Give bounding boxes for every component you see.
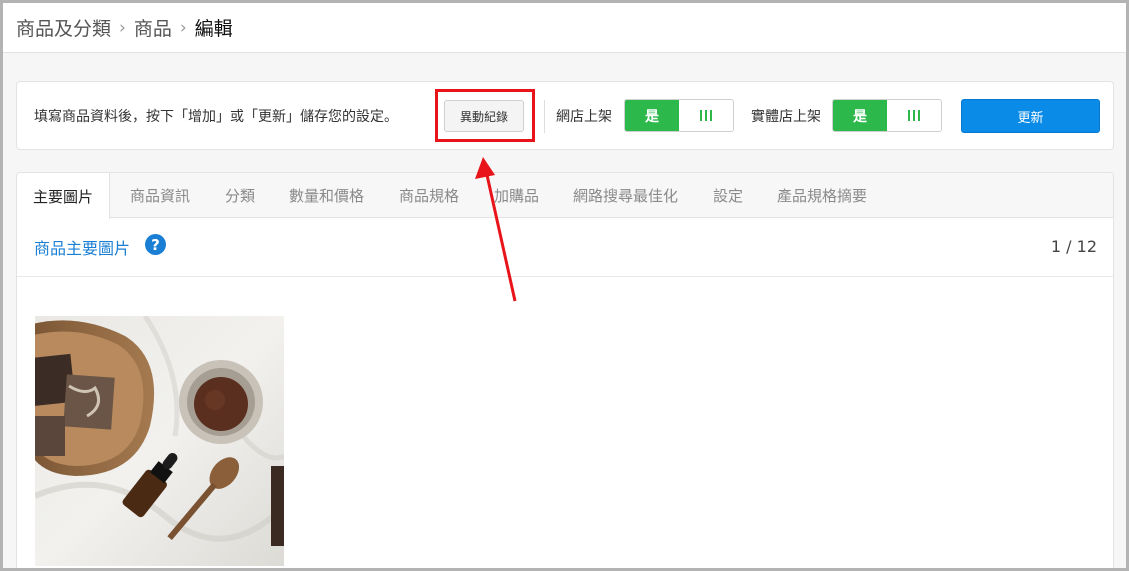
content-panel: 主要圖片 商品資訊 分類 數量和價格 商品規格 加購品 網路搜尋最佳化 設定 產… (16, 172, 1114, 568)
tab-seo[interactable]: 網路搜尋最佳化 (573, 173, 678, 218)
tab-specifications[interactable]: 商品規格 (399, 173, 459, 218)
update-button[interactable]: 更新 (961, 99, 1100, 133)
tab-bar: 主要圖片 商品資訊 分類 數量和價格 商品規格 加購品 網路搜尋最佳化 設定 產… (17, 173, 1113, 219)
toggle-grip-icon (679, 100, 733, 131)
chevron-right-icon: › (119, 17, 126, 38)
tab-add-on-items[interactable]: 加購品 (494, 173, 539, 218)
main-image-header: 商品主要圖片 ? 1 / 12 (17, 218, 1113, 277)
chevron-right-icon: › (179, 17, 187, 38)
tab-category[interactable]: 分類 (225, 173, 255, 218)
online-store-label: 網店上架 (556, 109, 612, 125)
online-store-toggle[interactable]: 是 (624, 99, 734, 132)
divider (544, 100, 545, 133)
highlight-annotation-box (435, 89, 535, 142)
save-hint-text: 填寫商品資料後，按下「增加」或「更新」儲存您的設定。 (34, 109, 398, 125)
section-title: 商品主要圖片 (34, 239, 131, 258)
image-page-count: 1 / 12 (1050, 237, 1097, 256)
app-window: 商品及分類 › 商品 › 編輯 填寫商品資料後，按下「增加」或「更新」儲存您的設… (0, 0, 1129, 571)
toggle-on-label: 是 (625, 100, 679, 131)
toggle-grip-icon (887, 100, 941, 131)
tab-spec-summary[interactable]: 產品規格摘要 (777, 173, 867, 218)
breadcrumb-item-edit: 編輯 (194, 18, 233, 40)
breadcrumb-item-products[interactable]: 商品 (134, 14, 172, 41)
action-bar: 填寫商品資料後，按下「增加」或「更新」儲存您的設定。 異動紀錄 網店上架 是 實… (16, 81, 1114, 150)
physical-store-toggle[interactable]: 是 (832, 99, 942, 132)
tab-quantity-price[interactable]: 數量和價格 (289, 173, 364, 218)
tab-settings[interactable]: 設定 (713, 173, 743, 218)
physical-store-label: 實體店上架 (751, 109, 821, 125)
tab-main-image[interactable]: 主要圖片 (17, 173, 111, 219)
question-circle-icon[interactable]: ? (145, 234, 166, 255)
toggle-on-label: 是 (833, 100, 887, 131)
breadcrumb: 商品及分類 › 商品 › 編輯 (3, 3, 1126, 53)
breadcrumb-item-products-categories[interactable]: 商品及分類 (16, 14, 111, 41)
tab-product-info[interactable]: 商品資訊 (130, 173, 190, 218)
product-image[interactable] (35, 316, 284, 566)
